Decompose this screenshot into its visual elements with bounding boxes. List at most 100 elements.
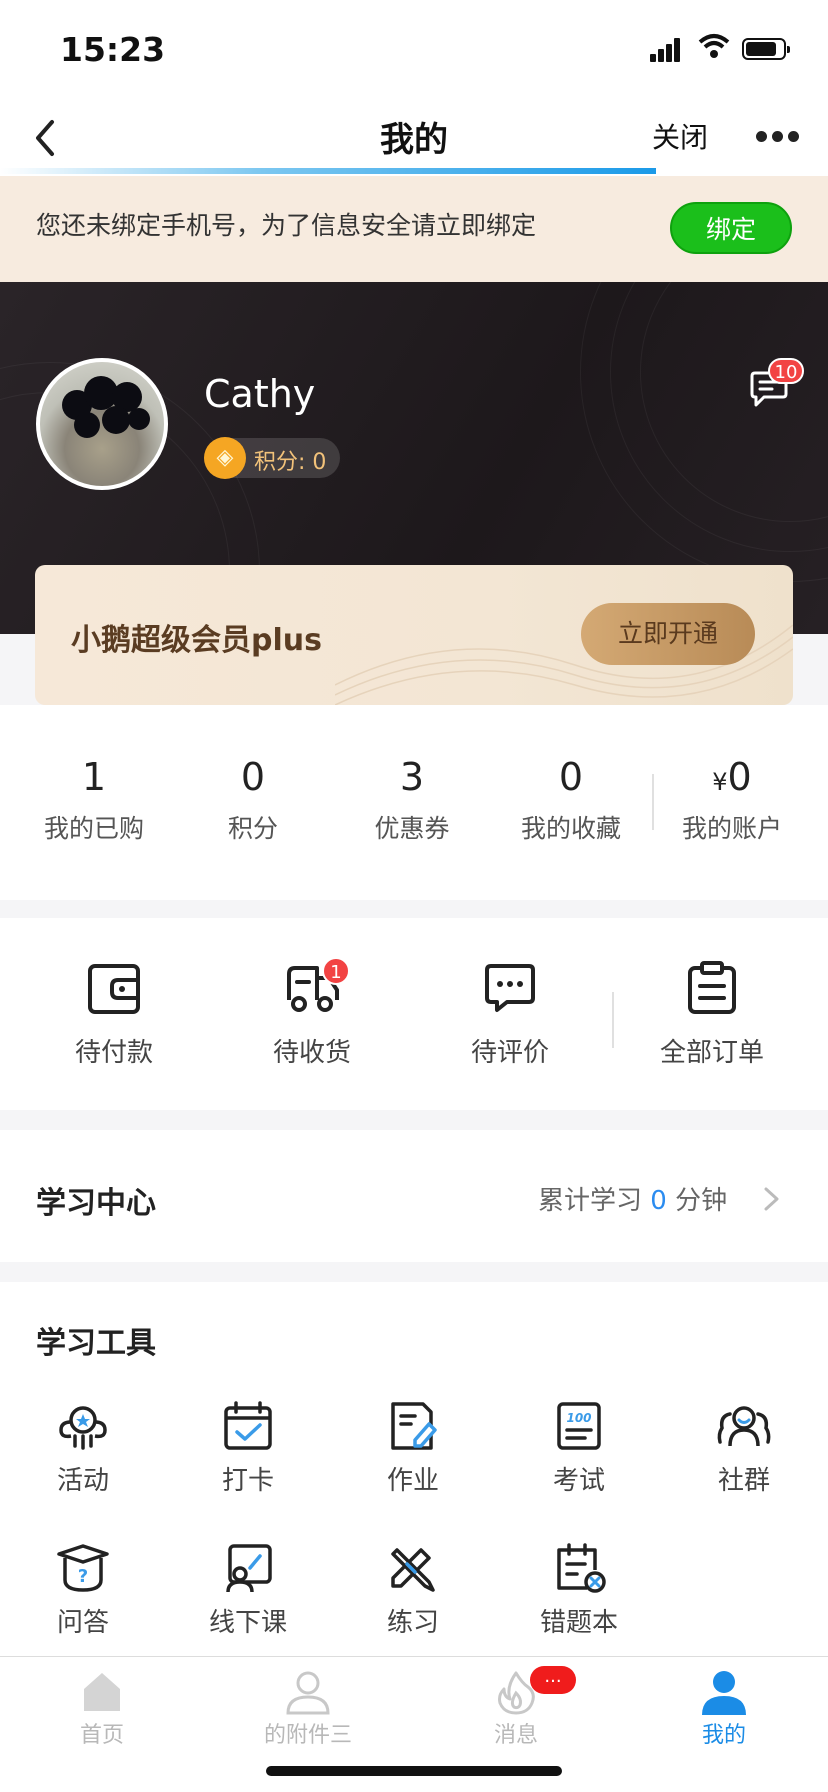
vip-activate-button[interactable]: 立即开通 — [581, 603, 755, 665]
tab-home[interactable]: 首页 — [22, 1669, 182, 1749]
order-label: 待付款 — [74, 1038, 153, 1068]
wallet-icon — [88, 964, 140, 1014]
study-center-row[interactable]: 学习中心 累计学习 0 分钟 — [0, 1130, 828, 1262]
tool-activity[interactable]: 活动 — [13, 1400, 153, 1497]
tool-label: 作业 — [386, 1466, 439, 1496]
stat-label: 优惠券 — [374, 814, 450, 843]
study-duration-suffix: 分钟 — [675, 1186, 728, 1216]
order-pending-review[interactable]: 待评价 — [420, 960, 600, 1069]
checkin-icon — [224, 1401, 272, 1450]
offline-class-icon — [226, 1544, 272, 1593]
tab-attachments[interactable]: 的附件三 — [228, 1669, 388, 1749]
stat-label: 我的账户 — [681, 814, 782, 843]
stat-favorites[interactable]: 0 我的收藏 — [491, 755, 651, 845]
tool-wrong-answers[interactable]: 错题本 — [509, 1542, 649, 1639]
tool-practice[interactable]: 练习 — [343, 1542, 483, 1639]
battery-icon — [742, 38, 790, 60]
community-icon — [717, 1406, 771, 1447]
tool-homework[interactable]: 作业 — [343, 1400, 483, 1497]
tool-label: 社群 — [717, 1466, 770, 1496]
person-outline-icon — [286, 1671, 330, 1715]
stat-value: 3 — [399, 755, 425, 799]
status-time: 15:23 — [60, 30, 166, 69]
tab-label: 首页 — [79, 1723, 124, 1748]
tab-mine[interactable]: 我的 — [644, 1669, 804, 1749]
bind-notice-text: 您还未绑定手机号，为了信息安全请立即绑定 — [36, 211, 537, 240]
stat-points[interactable]: 0 积分 — [173, 755, 333, 845]
stat-account[interactable]: ¥0 我的账户 — [652, 755, 812, 845]
order-all[interactable]: 全部订单 — [622, 960, 802, 1069]
stat-coupons[interactable]: 3 优惠券 — [332, 755, 492, 845]
study-duration-prefix: 累计学习 — [538, 1186, 643, 1216]
stat-label: 我的已购 — [43, 814, 144, 843]
order-pending-delivery[interactable]: 待收货 — [222, 960, 402, 1069]
divider — [612, 992, 614, 1048]
study-duration: 累计学习 0 分钟 — [538, 1180, 727, 1217]
svg-text:100: 100 — [566, 1411, 591, 1425]
order-pending-payment[interactable]: 待付款 — [24, 960, 204, 1069]
tool-label: 错题本 — [539, 1608, 618, 1638]
wifi-icon — [698, 34, 730, 58]
tool-label: 线下课 — [208, 1608, 287, 1638]
tool-checkin[interactable]: 打卡 — [178, 1400, 318, 1497]
person-icon — [702, 1671, 746, 1715]
tool-label: 问答 — [56, 1608, 109, 1638]
clipboard-icon — [688, 961, 736, 1014]
stat-purchased[interactable]: 1 我的已购 — [14, 755, 174, 845]
study-minutes: 0 — [650, 1186, 667, 1216]
tool-label: 练习 — [386, 1608, 439, 1638]
user-name: Cathy — [204, 372, 316, 416]
close-button[interactable]: 关闭 — [652, 116, 708, 156]
study-center-title: 学习中心 — [36, 1186, 156, 1221]
home-icon — [84, 1673, 120, 1711]
tool-exam[interactable]: 100 考试 — [509, 1400, 649, 1497]
study-tools-title: 学习工具 — [36, 1326, 156, 1361]
tool-qa[interactable]: ? 问答 — [13, 1542, 153, 1639]
wrong-answers-icon — [557, 1543, 606, 1593]
tool-label: 活动 — [56, 1466, 109, 1496]
stat-label: 我的收藏 — [520, 814, 621, 843]
stat-value: 1 — [81, 755, 107, 799]
tool-offline-class[interactable]: 线下课 — [178, 1542, 318, 1639]
svg-text:?: ? — [78, 1566, 88, 1587]
home-indicator — [266, 1766, 562, 1776]
tab-label: 我的 — [701, 1723, 746, 1748]
currency-symbol: ¥ — [712, 768, 728, 796]
stats-row: 1 我的已购 0 积分 3 优惠券 0 我的收藏 ¥0 我的账户 — [0, 705, 828, 900]
vip-card[interactable]: 小鹅超级会员plus 立即开通 — [35, 565, 793, 705]
bind-button[interactable]: 绑定 — [670, 202, 792, 254]
messages-badge: ... — [530, 1666, 576, 1694]
stat-value: 0 — [558, 755, 584, 799]
stat-label: 积分 — [227, 814, 278, 843]
tool-community[interactable]: 社群 — [674, 1400, 814, 1497]
orders-row: 待付款 待收货 待评价 全部订单 — [0, 918, 828, 1110]
delivery-badge: 1 — [322, 957, 350, 985]
tool-label: 打卡 — [221, 1466, 274, 1496]
qa-icon: ? — [57, 1544, 109, 1592]
activity-icon — [59, 1406, 107, 1450]
study-tools: 学习工具 活动 打卡 作业 100 考试 社群 ? 问答 线下课 练习 错题本 — [0, 1282, 828, 1658]
exam-icon: 100 — [557, 1402, 601, 1450]
stat-value: 0 — [727, 755, 752, 799]
more-options-icon[interactable] — [756, 131, 800, 143]
comment-icon — [485, 964, 535, 1012]
page-load-progress — [0, 168, 656, 174]
points-label: 积分: 0 — [254, 450, 327, 475]
message-badge: 10 — [768, 358, 804, 384]
cellular-signal-icon — [650, 36, 688, 62]
tool-label: 考试 — [552, 1466, 605, 1496]
stat-value: 0 — [240, 755, 266, 799]
avatar[interactable] — [36, 358, 168, 490]
status-bar: 15:23 — [0, 0, 828, 100]
nav-bar: 我的 关闭 — [0, 100, 828, 176]
tab-label: 的附件三 — [263, 1723, 352, 1748]
divider — [652, 774, 654, 830]
practice-icon — [391, 1548, 435, 1592]
vip-title: 小鹅超级会员plus — [71, 623, 322, 658]
my-page: 15:23 我的 关闭 您还未绑定手机号，为了信息安全请立即绑定 绑定 Cath… — [0, 0, 828, 1792]
homework-icon — [391, 1402, 437, 1450]
order-label: 全部订单 — [659, 1038, 764, 1068]
bind-phone-notice: 您还未绑定手机号，为了信息安全请立即绑定 绑定 — [0, 176, 828, 282]
order-label: 待收货 — [272, 1038, 351, 1068]
points-coin-icon: ◈ — [204, 437, 246, 479]
